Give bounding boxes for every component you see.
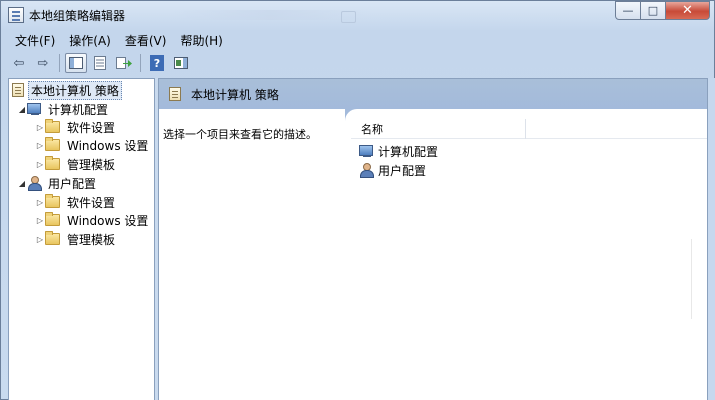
folder-icon	[45, 194, 60, 208]
list-item-user-config[interactable]: 用户配置	[359, 161, 426, 179]
toolbar: ⇦ ⇨ ?	[8, 51, 708, 75]
expand-arrow-icon[interactable]: ▷	[35, 160, 45, 169]
folder-icon	[45, 119, 60, 133]
window-controls: — □ ✕	[615, 1, 710, 21]
title-bar[interactable]: 本地组策略编辑器 — □ ✕	[1, 1, 714, 29]
policy-doc-icon	[169, 87, 181, 101]
tree-item-computer-windows-settings[interactable]: ▷ Windows 设置	[35, 136, 150, 154]
show-hide-tree-button[interactable]	[65, 53, 87, 73]
export-list-button[interactable]	[113, 53, 135, 73]
folder-icon	[45, 212, 60, 226]
console-tree-pane: 本地计算机 策略 ◢ 计算机配置 ▷ 软件设置 ▷ Windows 设置 ▷ 管…	[8, 78, 155, 400]
tree-item-label: Windows 设置	[67, 213, 149, 228]
properties-sheet-icon	[94, 56, 106, 70]
minimize-icon: —	[622, 4, 634, 17]
close-icon: ✕	[682, 3, 693, 18]
main-window: 本地组策略编辑器 — □ ✕ 文件(F) 操作(A) 查看(V) 帮助(H) ⇦…	[0, 0, 715, 400]
tree-item-computer-software-settings[interactable]: ▷ 软件设置	[35, 118, 117, 136]
back-arrow-icon: ⇦	[13, 55, 25, 71]
collapse-arrow-icon[interactable]: ◢	[17, 179, 27, 188]
list-divider	[691, 239, 692, 319]
tree-item-user-config[interactable]: ◢ 用户配置	[17, 174, 98, 192]
menu-help[interactable]: 帮助(H)	[173, 32, 229, 49]
help-icon: ?	[150, 55, 164, 71]
properties-button[interactable]	[89, 53, 111, 73]
user-icon	[359, 163, 374, 178]
expand-arrow-icon[interactable]: ▷	[35, 141, 45, 150]
window-right-edge	[708, 78, 715, 400]
details-title: 本地计算机 策略	[191, 87, 279, 102]
list-item-label: 计算机配置	[378, 144, 439, 159]
tree-item-label: 软件设置	[67, 195, 116, 210]
menu-action[interactable]: 操作(A)	[62, 32, 118, 49]
action-pane-icon	[174, 57, 188, 69]
tree-item-label: 管理模板	[67, 232, 116, 247]
menu-view[interactable]: 查看(V)	[118, 32, 174, 49]
tree-item-computer-admin-templates[interactable]: ▷ 管理模板	[35, 155, 117, 173]
menu-bar: 文件(F) 操作(A) 查看(V) 帮助(H)	[8, 30, 708, 50]
description-text: 选择一个项目来查看它的描述。	[163, 128, 317, 141]
tree-item-local-computer-policy[interactable]: 本地计算机 策略	[12, 80, 122, 100]
folder-icon	[45, 156, 60, 170]
tree-item-label: 计算机配置	[48, 102, 109, 117]
collapse-arrow-icon[interactable]: ◢	[17, 105, 27, 114]
title-bar-glare-box	[341, 11, 356, 23]
toolbar-separator	[140, 54, 141, 72]
menu-file[interactable]: 文件(F)	[8, 32, 62, 49]
close-button[interactable]: ✕	[666, 1, 710, 20]
app-icon	[8, 7, 24, 23]
computer-icon	[359, 144, 374, 158]
tree-item-user-software-settings[interactable]: ▷ 软件设置	[35, 193, 117, 211]
expand-arrow-icon[interactable]: ▷	[35, 216, 45, 225]
maximize-button[interactable]: □	[641, 1, 666, 20]
tree-item-label: 用户配置	[48, 176, 97, 191]
tree-item-label: 软件设置	[67, 120, 116, 135]
details-header: 本地计算机 策略	[159, 79, 707, 109]
tree-item-user-admin-templates[interactable]: ▷ 管理模板	[35, 230, 117, 248]
column-header-empty	[526, 119, 536, 139]
expand-arrow-icon[interactable]: ▷	[35, 235, 45, 244]
list-column-header: 名称	[351, 118, 707, 139]
policy-doc-icon	[12, 83, 24, 97]
tree-item-label: 管理模板	[67, 157, 116, 172]
export-arrow-icon	[116, 57, 132, 69]
window-title: 本地组策略编辑器	[29, 9, 126, 23]
column-header-name[interactable]: 名称	[351, 118, 526, 139]
tree-item-computer-config[interactable]: ◢ 计算机配置	[17, 100, 110, 118]
folder-icon	[45, 137, 60, 151]
back-button[interactable]: ⇦	[8, 53, 30, 73]
maximize-icon: □	[647, 4, 659, 17]
minimize-button[interactable]: —	[615, 1, 641, 20]
expand-arrow-icon[interactable]: ▷	[35, 198, 45, 207]
show-action-pane-button[interactable]	[170, 53, 192, 73]
console-tree-icon	[69, 57, 83, 69]
column-header-label: 名称	[361, 122, 383, 136]
tree-item-label: Windows 设置	[67, 138, 149, 153]
tree-item-user-windows-settings[interactable]: ▷ Windows 设置	[35, 211, 150, 229]
details-pane: 本地计算机 策略 选择一个项目来查看它的描述。 名称 计算机配置 用户配置	[158, 78, 708, 400]
help-button[interactable]: ?	[146, 53, 168, 73]
user-icon	[27, 176, 42, 191]
folder-icon	[45, 231, 60, 245]
forward-arrow-icon: ⇨	[37, 55, 49, 71]
list-item-computer-config[interactable]: 计算机配置	[359, 142, 438, 160]
toolbar-separator	[59, 54, 60, 72]
list-item-label: 用户配置	[378, 163, 427, 178]
expand-arrow-icon[interactable]: ▷	[35, 123, 45, 132]
tree-item-label: 本地计算机 策略	[28, 80, 122, 100]
computer-icon	[27, 102, 42, 116]
forward-button[interactable]: ⇨	[32, 53, 54, 73]
